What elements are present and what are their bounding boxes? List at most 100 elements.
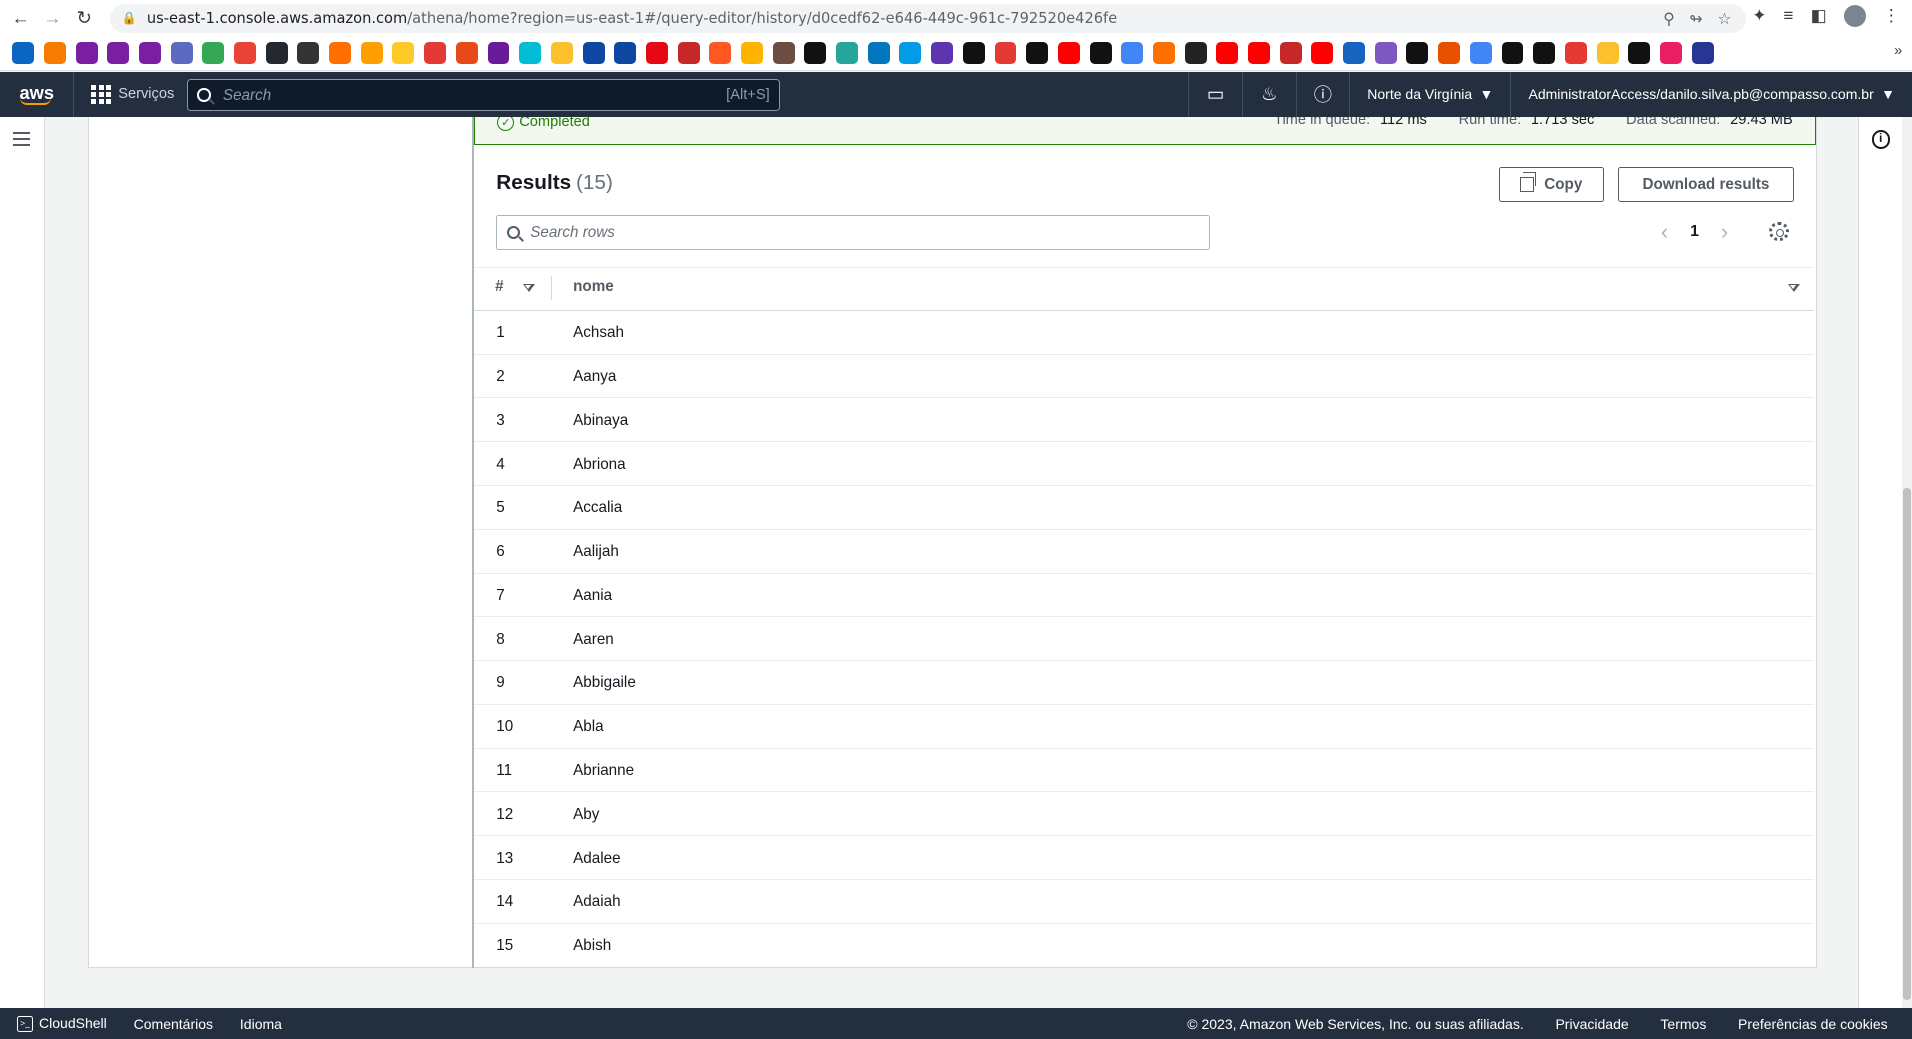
share-icon[interactable]: ↬ xyxy=(1689,9,1702,28)
table-row[interactable]: 5 Accalia xyxy=(474,486,1815,530)
cloudshell-link[interactable]: >_ CloudShell xyxy=(17,1015,107,1033)
bookmark-favicon-icon[interactable] xyxy=(1026,42,1049,65)
back-arrow-icon[interactable]: ← xyxy=(5,2,37,34)
aws-logo[interactable]: aws xyxy=(19,83,57,106)
bookmark-favicon-icon[interactable] xyxy=(1628,42,1651,65)
table-row[interactable]: 4 Abriona xyxy=(474,442,1815,486)
bookmark-favicon-icon[interactable] xyxy=(424,42,447,65)
table-row[interactable]: 8 Aaren xyxy=(474,617,1815,662)
bookmark-favicon-icon[interactable] xyxy=(772,42,795,65)
browser-menu-icon[interactable]: ⋮ xyxy=(1883,6,1900,26)
services-menu[interactable]: Serviços xyxy=(91,84,174,105)
table-row[interactable]: 11 Abrianne xyxy=(474,749,1815,793)
reading-list-icon[interactable]: ≡ xyxy=(1784,6,1794,26)
bookmark-favicon-icon[interactable] xyxy=(12,42,35,65)
next-page-icon[interactable]: › xyxy=(1721,219,1728,245)
bookmark-favicon-icon[interactable] xyxy=(582,42,605,65)
bookmark-favicon-icon[interactable] xyxy=(962,42,985,65)
download-results-button[interactable]: Download results xyxy=(1618,167,1794,203)
table-row[interactable]: 6 Aalijah xyxy=(474,530,1815,574)
menu-hamburger-icon[interactable] xyxy=(13,131,31,150)
bookmark-favicon-icon[interactable] xyxy=(1152,42,1175,65)
profile-avatar[interactable] xyxy=(1843,4,1866,27)
bookmark-favicon-icon[interactable] xyxy=(836,42,858,65)
terms-link[interactable]: Termos xyxy=(1660,1016,1706,1032)
bookmark-favicon-icon[interactable] xyxy=(1089,42,1112,65)
bookmark-favicon-icon[interactable] xyxy=(75,42,98,65)
bookmark-favicon-icon[interactable] xyxy=(297,42,320,65)
help-icon[interactable]: ⓘ xyxy=(1295,71,1350,118)
bookmark-favicon-icon[interactable] xyxy=(550,42,573,65)
language-link[interactable]: Idioma xyxy=(240,1016,282,1032)
bookmark-favicon-icon[interactable] xyxy=(329,42,351,65)
page-scrollbar[interactable] xyxy=(1902,117,1912,1009)
bookmark-favicon-icon[interactable] xyxy=(867,42,890,65)
bookmark-favicon-icon[interactable] xyxy=(392,42,415,65)
column-resizer[interactable] xyxy=(551,275,553,300)
sort-filter-icon[interactable] xyxy=(523,284,536,292)
bookmark-favicon-icon[interactable] xyxy=(1279,42,1302,65)
bookmark-favicon-icon[interactable] xyxy=(1057,42,1080,65)
bookmark-favicon-icon[interactable] xyxy=(1533,42,1556,65)
bookmark-favicon-icon[interactable] xyxy=(645,42,668,65)
bookmark-favicon-icon[interactable] xyxy=(1438,42,1461,65)
bookmark-favicon-icon[interactable] xyxy=(1691,42,1714,65)
side-panel-icon[interactable]: ◧ xyxy=(1811,6,1827,26)
bookmark-favicon-icon[interactable] xyxy=(1564,42,1587,65)
bookmark-favicon-icon[interactable] xyxy=(899,42,922,65)
bookmark-favicon-icon[interactable] xyxy=(234,42,256,65)
bookmark-favicon-icon[interactable] xyxy=(1659,42,1682,65)
table-row[interactable]: 10 Abla xyxy=(474,705,1815,749)
reload-icon[interactable]: ↻ xyxy=(68,2,100,34)
bookmark-favicon-icon[interactable] xyxy=(138,42,161,65)
bookmark-favicon-icon[interactable] xyxy=(1184,42,1207,65)
zoom-icon[interactable]: ⚲ xyxy=(1663,9,1675,28)
bookmark-favicon-icon[interactable] xyxy=(994,42,1017,65)
bookmark-favicon-icon[interactable] xyxy=(360,42,383,65)
search-rows-input[interactable]: Search rows xyxy=(496,214,1210,250)
sort-filter-icon[interactable] xyxy=(1787,284,1800,292)
bookmark-favicon-icon[interactable] xyxy=(741,42,763,65)
bookmark-favicon-icon[interactable] xyxy=(43,42,66,65)
bookmark-favicon-icon[interactable] xyxy=(614,42,637,65)
column-header-nome[interactable]: nome xyxy=(573,278,614,295)
cookie-preferences-link[interactable]: Preferências de cookies xyxy=(1738,1016,1888,1032)
table-row[interactable]: 14 Adaiah xyxy=(474,880,1815,924)
cloudshell-icon[interactable]: ▭ xyxy=(1188,71,1242,118)
table-row[interactable]: 15 Abish xyxy=(474,924,1814,968)
feedback-link[interactable]: Comentários xyxy=(134,1016,213,1032)
bookmark-favicon-icon[interactable] xyxy=(202,42,225,65)
table-row[interactable]: 2 Aanya xyxy=(474,355,1815,399)
current-page[interactable]: 1 xyxy=(1690,223,1699,241)
console-search-input[interactable]: Search [Alt+S] xyxy=(186,79,781,111)
table-row[interactable]: 9 Abbigaile xyxy=(474,661,1815,705)
bookmark-favicon-icon[interactable] xyxy=(1311,42,1334,65)
bookmark-favicon-icon[interactable] xyxy=(1596,42,1619,65)
bookmark-favicon-icon[interactable] xyxy=(1343,42,1365,65)
table-row[interactable]: 7 Aania xyxy=(474,574,1815,618)
bookmark-favicon-icon[interactable] xyxy=(170,42,193,65)
forward-arrow-icon[interactable]: → xyxy=(37,2,69,34)
bookmark-favicon-icon[interactable] xyxy=(455,42,478,65)
bookmarks-overflow-icon[interactable]: » xyxy=(1894,43,1902,59)
bookmark-favicon-icon[interactable] xyxy=(1248,42,1270,65)
privacy-link[interactable]: Privacidade xyxy=(1555,1016,1628,1032)
previous-page-icon[interactable]: ‹ xyxy=(1661,219,1668,245)
bookmark-favicon-icon[interactable] xyxy=(1121,42,1144,65)
account-menu[interactable]: AdministratorAccess/danilo.silva.pb@comp… xyxy=(1510,71,1912,118)
extensions-puzzle-icon[interactable]: ✦ xyxy=(1752,6,1766,26)
table-row[interactable]: 13 Adalee xyxy=(474,836,1815,880)
table-row[interactable]: 3 Abinaya xyxy=(474,398,1815,443)
bookmark-favicon-icon[interactable] xyxy=(931,42,954,65)
bookmark-favicon-icon[interactable] xyxy=(677,42,700,65)
table-settings-gear-icon[interactable] xyxy=(1769,221,1789,242)
bookmark-favicon-icon[interactable] xyxy=(519,42,542,65)
copy-button[interactable]: Copy xyxy=(1498,167,1604,203)
bookmark-favicon-icon[interactable] xyxy=(804,42,827,65)
column-header-index[interactable]: # xyxy=(495,278,503,295)
table-row[interactable]: 12 Aby xyxy=(474,792,1815,837)
notifications-bell-icon[interactable]: ♨ xyxy=(1241,71,1296,118)
region-selector[interactable]: Norte da Virgínia ▼ xyxy=(1349,71,1510,118)
bookmark-favicon-icon[interactable] xyxy=(709,42,732,65)
bookmark-favicon-icon[interactable] xyxy=(1406,42,1429,65)
